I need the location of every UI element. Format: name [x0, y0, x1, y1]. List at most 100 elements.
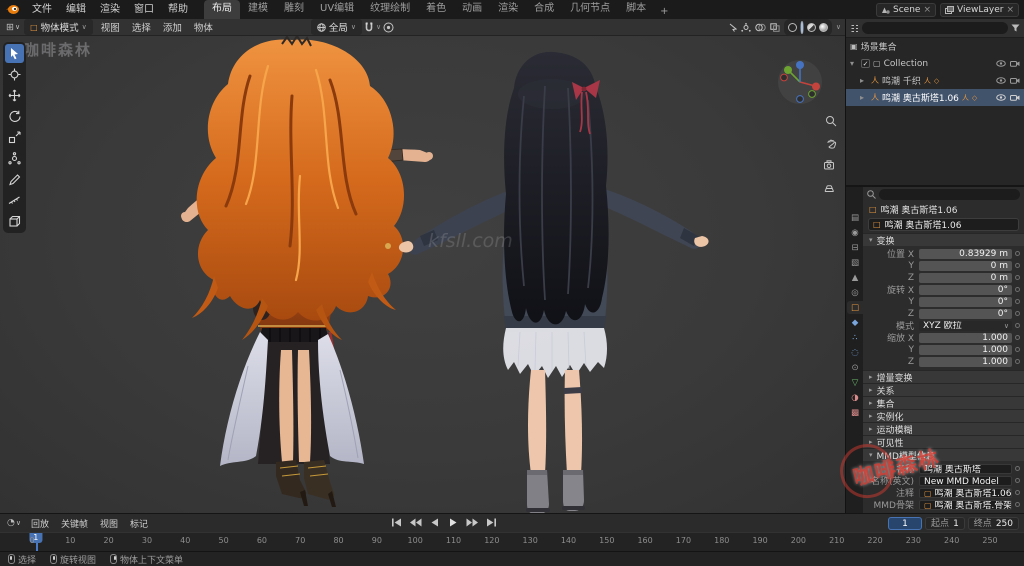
animate-decorator[interactable] — [1015, 323, 1020, 328]
viewlayer-remove-icon[interactable]: × — [1006, 5, 1014, 15]
mode-selector[interactable]: □ 物体模式 ∨ — [24, 19, 93, 35]
transform-orientation-selector[interactable]: 全局 ∨ — [310, 19, 362, 35]
xray-toggle-icon[interactable] — [770, 22, 780, 32]
filter-icon[interactable] — [1011, 24, 1020, 32]
jump-to-start-button[interactable] — [388, 516, 404, 529]
section-header[interactable]: 集合 — [863, 396, 1024, 410]
field-value[interactable]: 0 m — [919, 260, 1012, 271]
workspace-tab-modeling[interactable]: 建模 — [240, 0, 276, 19]
animate-decorator[interactable] — [1015, 251, 1020, 256]
timeline-menu-item[interactable]: 标记 — [124, 517, 154, 530]
outliner-search-input[interactable] — [862, 22, 1008, 34]
field-value[interactable]: 0.83929 m — [919, 248, 1012, 259]
properties-tab[interactable]: ◌ — [847, 346, 863, 359]
workspace-tab-layout[interactable]: 布局 — [204, 0, 240, 19]
properties-tab[interactable]: □ — [847, 301, 863, 314]
perspective-toggle-icon[interactable] — [824, 185, 834, 192]
character-black-hair[interactable] — [398, 51, 709, 513]
viewport-menu-item[interactable]: 添加 — [157, 20, 188, 34]
animate-decorator[interactable] — [1015, 311, 1020, 316]
section-header[interactable]: 运动模糊 — [863, 422, 1024, 436]
frame-start-field[interactable]: 起点 1 — [925, 516, 965, 530]
animate-decorator[interactable] — [1015, 287, 1020, 292]
tool-scale[interactable] — [5, 128, 24, 147]
animate-decorator[interactable] — [1015, 263, 1020, 268]
outliner-editor-icon[interactable] — [850, 24, 859, 33]
outliner-row-qianzhi[interactable]: ▸ 人 鸣潮 千织 人 ◇ — [846, 72, 1024, 89]
animate-decorator[interactable] — [1015, 347, 1020, 352]
render-camera-icon[interactable] — [1010, 60, 1020, 67]
menubar-item[interactable]: 窗口 — [127, 0, 161, 19]
properties-tab[interactable]: ▲ — [847, 271, 863, 284]
tool-select-box[interactable] — [5, 44, 24, 63]
menubar-item[interactable]: 渲染 — [93, 0, 127, 19]
hide-eye-icon[interactable] — [996, 94, 1006, 101]
workspace-tab-compositing[interactable]: 合成 — [526, 0, 562, 19]
properties-tab[interactable]: ▤ — [847, 211, 863, 224]
tool-move[interactable] — [5, 86, 24, 105]
properties-tab[interactable]: ▽ — [847, 376, 863, 389]
properties-tab[interactable]: ⊙ — [847, 361, 863, 374]
outliner-row-augusta[interactable]: ▸ 人 鸣潮 奥古斯塔1.06 人 ◇ — [846, 89, 1024, 106]
previous-keyframe-button[interactable] — [407, 516, 423, 529]
timeline-menu-item[interactable]: 视图 — [94, 517, 124, 530]
animate-decorator[interactable] — [1015, 335, 1020, 340]
animate-decorator[interactable] — [1015, 478, 1020, 483]
workspace-tab-geometry-nodes[interactable]: 几何节点 — [562, 0, 618, 19]
field-value[interactable]: 1.000 — [919, 344, 1012, 355]
camera-view-icon[interactable] — [824, 160, 834, 170]
section-header[interactable]: 实例化 — [863, 409, 1024, 423]
section-header[interactable]: 可见性 — [863, 435, 1024, 449]
frame-end-field[interactable]: 终点 250 — [967, 516, 1019, 530]
viewport-3d[interactable]: 咖啡森林 kfsll.com — [0, 36, 845, 513]
field-value[interactable]: XYZ 欧拉 — [919, 320, 1012, 331]
timeline-menu-item[interactable]: 回放 — [25, 517, 55, 530]
play-button[interactable] — [445, 516, 461, 529]
field-value[interactable]: 0° — [919, 308, 1012, 319]
menubar-item[interactable]: 帮助 — [161, 0, 195, 19]
snap-dropdown-icon[interactable]: ∨ — [376, 23, 381, 31]
animate-decorator[interactable] — [1015, 466, 1020, 471]
workspace-tab-uv[interactable]: UV编辑 — [312, 0, 362, 19]
tool-rotate[interactable] — [5, 107, 24, 126]
workspace-tab-scripting[interactable]: 脚本 — [618, 0, 654, 19]
animate-decorator[interactable] — [1015, 275, 1020, 280]
timeline-menu-item[interactable]: 关键帧 — [55, 517, 94, 530]
animate-decorator[interactable] — [1015, 299, 1020, 304]
tool-annotate[interactable] — [5, 170, 24, 189]
field-value[interactable]: 1.000 — [919, 332, 1012, 343]
jump-to-end-button[interactable] — [483, 516, 499, 529]
tool-add-cube[interactable] — [5, 212, 24, 231]
properties-search-input[interactable] — [879, 189, 1020, 200]
character-orange-hair[interactable] — [181, 36, 433, 507]
properties-tab[interactable]: ▧ — [847, 256, 863, 269]
shading-material-icon[interactable] — [806, 22, 816, 32]
field-value[interactable]: 0 m — [919, 272, 1012, 283]
scene-unlink-icon[interactable]: × — [923, 5, 931, 15]
viewport-menu-item[interactable]: 视图 — [95, 20, 126, 34]
properties-tab[interactable]: ∴ — [847, 331, 863, 344]
properties-tab[interactable]: ◎ — [847, 286, 863, 299]
properties-tab[interactable]: ⊟ — [847, 241, 863, 254]
animate-decorator[interactable] — [1015, 359, 1020, 364]
zoom-view-icon[interactable] — [826, 116, 837, 127]
workspace-tab-shading[interactable]: 着色 — [418, 0, 454, 19]
field-value[interactable]: 1.000 — [919, 356, 1012, 367]
play-reverse-button[interactable] — [426, 516, 442, 529]
outliner-row-collection[interactable]: ▾ ✓ ▢ Collection — [846, 55, 1024, 72]
viewlayer-selector[interactable]: ViewLayer × — [940, 2, 1019, 17]
snap-magnet-icon[interactable] — [364, 22, 374, 33]
shading-rendered-icon[interactable] — [818, 22, 828, 32]
animate-decorator[interactable] — [1015, 490, 1020, 495]
collection-checkbox[interactable]: ✓ — [861, 59, 870, 68]
object-visibility-filter-icon[interactable] — [727, 23, 737, 32]
menubar-item[interactable]: 编辑 — [59, 0, 93, 19]
properties-tab[interactable]: ◆ — [847, 316, 863, 329]
viewport-menu-item[interactable]: 物体 — [188, 20, 219, 34]
field-value[interactable]: 0° — [919, 296, 1012, 307]
tool-transform[interactable] — [5, 149, 24, 168]
overlays-toggle-icon[interactable] — [755, 23, 766, 32]
add-workspace-button[interactable]: + — [654, 4, 674, 19]
scene-selector[interactable]: Scene × — [876, 2, 936, 17]
navigation-gizmo[interactable] — [778, 60, 822, 104]
